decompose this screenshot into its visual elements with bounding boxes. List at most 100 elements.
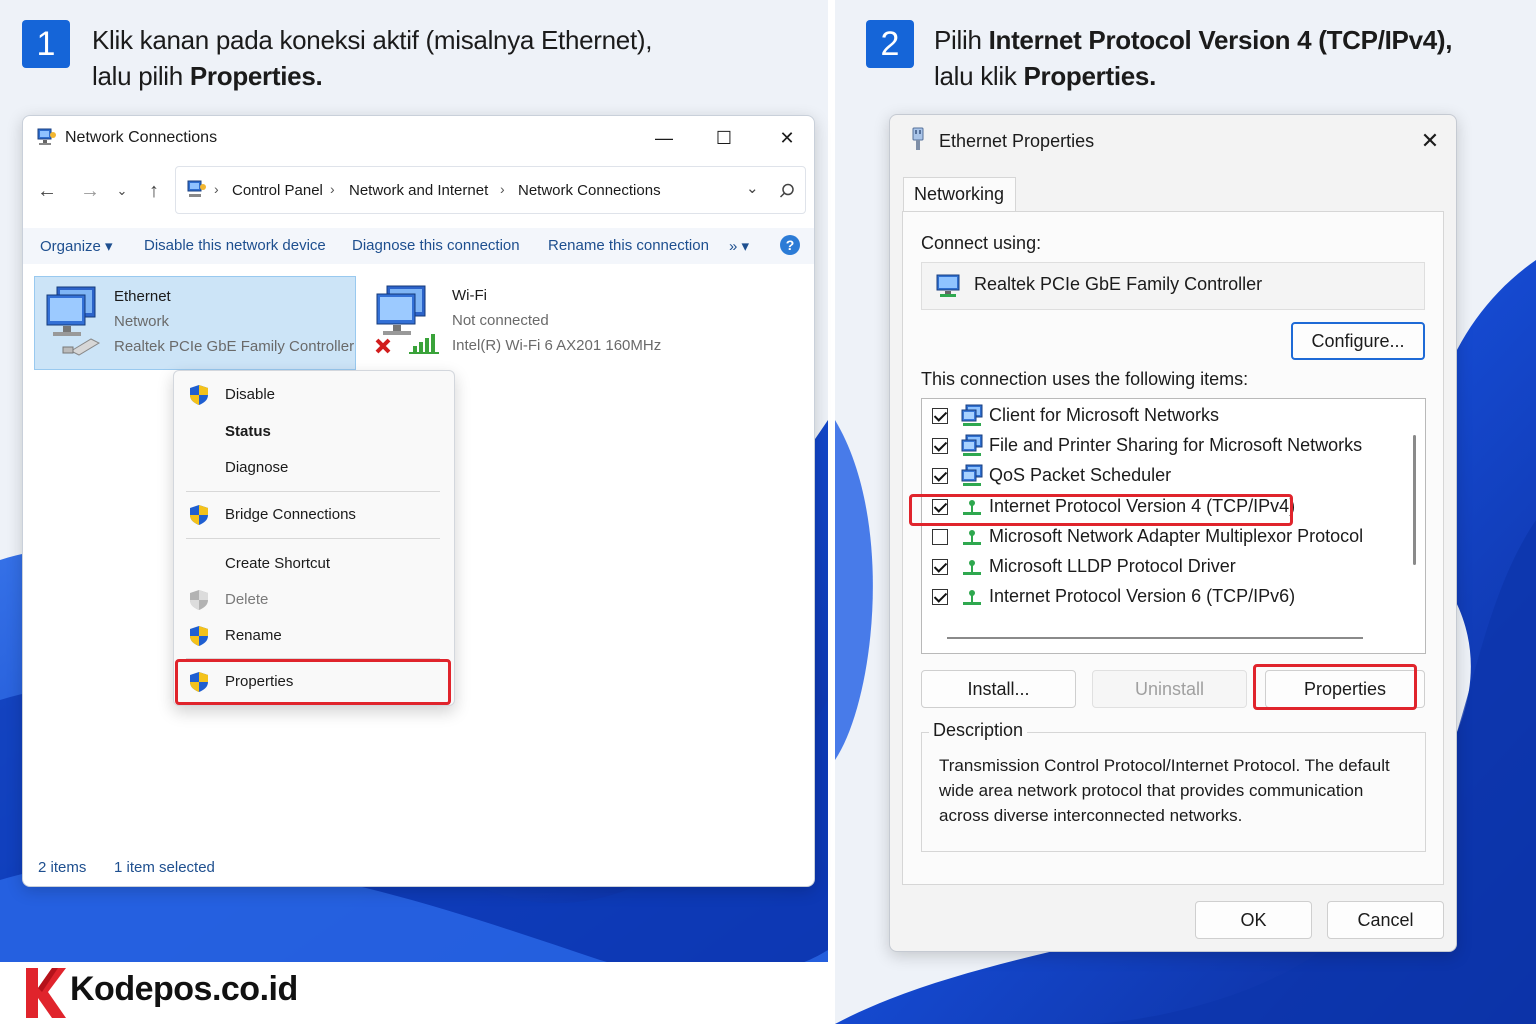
menu-item-diagnose-label: Diagnose: [225, 459, 289, 476]
shield-icon: [190, 385, 208, 405]
items-label: This connection uses the following items…: [921, 369, 1249, 389]
menu-item-diagnose[interactable]: Diagnose: [174, 452, 454, 484]
step-2-line-2-text: lalu klik: [934, 61, 1024, 91]
help-icon[interactable]: ?: [780, 235, 800, 255]
network-client-icon: [961, 434, 983, 456]
description-text: Transmission Control Protocol/Internet P…: [939, 756, 1390, 825]
list-item-lldp-protocol-driver[interactable]: Microsoft LLDP Protocol Driver: [922, 552, 1402, 582]
networking-panel: Connect using: Realtek PCIe GbE Family C…: [902, 211, 1444, 885]
menu-item-delete[interactable]: Delete: [174, 584, 454, 616]
step-1-instruction: Klik kanan pada koneksi aktif (misalnya …: [92, 22, 652, 94]
step-2-line-2-bold: Properties.: [1023, 61, 1157, 91]
step-2-instruction: Pilih Internet Protocol Version 4 (TCP/I…: [934, 22, 1453, 94]
configure-button[interactable]: Configure...: [1291, 322, 1425, 360]
wifi-name: Wi-Fi: [452, 287, 487, 304]
list-item-multiplexor-protocol[interactable]: Microsoft Network Adapter Multiplexor Pr…: [922, 522, 1402, 552]
item-properties-button[interactable]: Properties: [1265, 670, 1425, 708]
vertical-scrollbar[interactable]: [1413, 435, 1416, 565]
context-menu: Disable Status Diagnose Bridge Connectio…: [173, 370, 455, 706]
shield-icon: [190, 672, 208, 692]
list-item-label: Microsoft LLDP Protocol Driver: [989, 556, 1236, 576]
ethernet-connection-item[interactable]: Ethernet Network Realtek PCIe GbE Family…: [34, 276, 356, 370]
menu-item-status[interactable]: Status: [174, 416, 454, 448]
disable-device-command[interactable]: Disable this network device: [144, 237, 326, 254]
network-connections-window: Network Connections — ☐ ✕ ← → ⌄ ↑ › Cont…: [22, 115, 815, 887]
menu-separator: [186, 491, 440, 492]
protocol-icon: [963, 560, 981, 575]
kodepos-logo-icon: [26, 968, 66, 1018]
install-button[interactable]: Install...: [921, 670, 1076, 708]
checkbox[interactable]: [932, 468, 948, 484]
adapter-field: Realtek PCIe GbE Family Controller: [921, 262, 1425, 310]
close-button[interactable]: ✕: [772, 124, 802, 152]
connection-items-list[interactable]: Client for Microsoft Networks File and P…: [921, 398, 1426, 654]
more-commands-chevron-icon[interactable]: » ▾: [729, 237, 749, 255]
search-icon[interactable]: [779, 183, 795, 199]
menu-item-create-shortcut[interactable]: Create Shortcut: [174, 548, 454, 580]
uninstall-button[interactable]: Uninstall: [1092, 670, 1247, 708]
menu-item-properties[interactable]: Properties: [174, 666, 454, 698]
dialog-title: Ethernet Properties: [939, 131, 1095, 151]
description-group: Transmission Control Protocol/Internet P…: [921, 732, 1426, 852]
network-connections-app-icon: [37, 128, 56, 145]
list-item-qos-packet-scheduler[interactable]: QoS Packet Scheduler: [922, 461, 1402, 491]
network-client-icon: [961, 464, 983, 486]
list-item-ipv4[interactable]: Internet Protocol Version 4 (TCP/IPv4): [922, 492, 1402, 522]
organize-menu[interactable]: Organize ▾: [40, 237, 113, 255]
rename-connection-command[interactable]: Rename this connection: [548, 237, 709, 254]
menu-item-rename-label: Rename: [225, 627, 282, 644]
menu-item-rename[interactable]: Rename: [174, 620, 454, 652]
breadcrumb-network-and-internet[interactable]: Network and Internet: [349, 182, 488, 199]
tab-networking[interactable]: Networking: [903, 177, 1016, 213]
menu-item-properties-label: Properties: [225, 673, 294, 690]
ethernet-properties-dialog: Ethernet Properties ✕ Networking Connect…: [889, 114, 1457, 952]
wifi-adapter-icon: [375, 285, 439, 354]
wifi-status: Not connected: [452, 312, 549, 329]
recent-locations-chevron-icon[interactable]: ⌄: [109, 178, 135, 204]
ethernet-name: Ethernet: [114, 288, 171, 305]
menu-item-bridge-connections[interactable]: Bridge Connections: [174, 499, 454, 531]
step-1-line-2-text: lalu pilih: [92, 61, 190, 91]
ethernet-adapter-icon: [46, 286, 101, 356]
wifi-connection-item[interactable]: Wi-Fi Not connected Intel(R) Wi-Fi 6 AX2…: [373, 276, 673, 370]
list-item-label: Microsoft Network Adapter Multiplexor Pr…: [989, 526, 1364, 546]
list-item-file-and-printer-sharing[interactable]: File and Printer Sharing for Microsoft N…: [922, 431, 1402, 461]
forward-arrow-icon[interactable]: →: [77, 178, 103, 204]
panel-divider: [828, 0, 835, 1024]
description-label: Description: [929, 720, 1028, 741]
ethernet-cable-icon: [912, 127, 924, 150]
step-1-line-2: lalu pilih Properties.: [92, 58, 652, 94]
maximize-button[interactable]: ☐: [709, 124, 739, 152]
dialog-close-button[interactable]: ✕: [1415, 126, 1445, 156]
list-item-client-for-microsoft-networks[interactable]: Client for Microsoft Networks: [922, 401, 1402, 431]
horizontal-scrollbar[interactable]: [947, 637, 1363, 639]
address-dropdown-chevron-icon[interactable]: ⌄: [746, 179, 759, 197]
shield-icon: [190, 505, 208, 525]
diagnose-connection-command[interactable]: Diagnose this connection: [352, 237, 520, 254]
checkbox[interactable]: [932, 529, 948, 545]
address-bar[interactable]: › Control Panel › Network and Internet ›…: [175, 166, 806, 214]
step-2-line-2: lalu klik Properties.: [934, 58, 1452, 94]
minimize-button[interactable]: —: [649, 124, 679, 152]
checkbox[interactable]: [932, 499, 948, 515]
list-item-ipv6[interactable]: Internet Protocol Version 6 (TCP/IPv6): [922, 582, 1402, 612]
checkbox[interactable]: [932, 408, 948, 424]
back-arrow-icon[interactable]: ←: [34, 178, 60, 204]
breadcrumb-control-panel[interactable]: Control Panel: [232, 182, 323, 199]
breadcrumb-network-connections[interactable]: Network Connections: [518, 182, 661, 199]
checkbox[interactable]: [932, 559, 948, 575]
protocol-icon: [963, 590, 981, 605]
list-item-label: Client for Microsoft Networks: [989, 405, 1220, 425]
menu-item-create-shortcut-label: Create Shortcut: [225, 555, 331, 572]
item-count: 2 items: [38, 859, 87, 876]
cancel-button[interactable]: Cancel: [1327, 901, 1444, 939]
checkbox[interactable]: [932, 589, 948, 605]
selection-count: 1 item selected: [114, 859, 215, 876]
up-arrow-icon[interactable]: ↑: [141, 178, 167, 204]
network-client-icon: [961, 404, 983, 426]
checkbox[interactable]: [932, 438, 948, 454]
brand-name: Kodepos.co.id: [70, 970, 298, 1008]
ok-button[interactable]: OK: [1195, 901, 1312, 939]
step-1-line-1: Klik kanan pada koneksi aktif (misalnya …: [92, 25, 653, 55]
menu-item-disable[interactable]: Disable: [174, 379, 454, 411]
